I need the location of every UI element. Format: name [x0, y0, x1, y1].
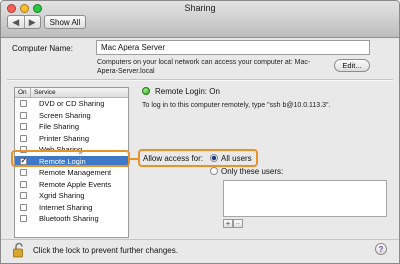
all-users-radio[interactable] [210, 154, 218, 162]
status-indicator-icon [142, 87, 150, 95]
back-button[interactable]: ◀ [8, 16, 24, 28]
highlight-connector [129, 158, 139, 160]
service-checkbox[interactable] [15, 169, 31, 177]
service-row[interactable]: Remote Management [15, 167, 128, 179]
service-row[interactable]: Screen Sharing [15, 110, 128, 122]
unchecked-box-icon [19, 169, 27, 177]
service-row[interactable]: Xgrid Sharing [15, 190, 128, 202]
allow-access-label: Allow access for: [143, 154, 204, 163]
service-label: Screen Sharing [39, 110, 91, 120]
service-column-header: Service [34, 89, 56, 96]
unchecked-box-icon [19, 146, 27, 154]
service-row[interactable]: DVD or CD Sharing [15, 98, 128, 110]
computer-name-description: Computers on your local network can acce… [97, 59, 311, 75]
service-checkbox[interactable] [15, 192, 31, 200]
service-checkbox[interactable] [15, 146, 31, 154]
service-checkbox[interactable] [15, 156, 31, 165]
computer-name-field[interactable]: Mac Apera Server [96, 40, 370, 55]
unchecked-box-icon [19, 192, 27, 200]
service-label: Internet Sharing [39, 202, 93, 212]
unchecked-box-icon [19, 215, 27, 223]
service-label: Remote Login [39, 156, 86, 166]
sharing-window: Sharing ◀ ▶ Show All Computer Name: Mac … [0, 0, 400, 264]
section-divider [7, 79, 393, 81]
service-row[interactable]: Web Sharing [15, 144, 128, 156]
footer-divider [1, 239, 399, 240]
service-row[interactable]: File Sharing [15, 121, 128, 133]
add-user-button[interactable]: + [223, 219, 233, 228]
unchecked-box-icon [19, 111, 27, 119]
computer-name-label: Computer Name: [12, 44, 73, 53]
window-title: Sharing [184, 3, 216, 13]
service-label: Web Sharing [39, 145, 83, 155]
nav-segmented-control: ◀ ▶ [7, 15, 41, 29]
service-checkbox[interactable] [15, 215, 31, 223]
service-checkbox[interactable] [15, 203, 31, 211]
checked-box-icon [19, 156, 27, 165]
service-label: Remote Management [39, 168, 112, 178]
service-row[interactable]: Bluetooth Sharing [15, 213, 128, 225]
forward-button[interactable]: ▶ [23, 16, 41, 28]
service-label: Printer Sharing [39, 133, 90, 143]
only-these-users-radio[interactable] [210, 167, 218, 175]
only-these-users-label[interactable]: Only these users: [221, 167, 283, 176]
unchecked-box-icon [19, 180, 27, 188]
unchecked-box-icon [19, 123, 27, 131]
service-checkbox[interactable] [15, 123, 31, 131]
service-label: Xgrid Sharing [39, 191, 85, 201]
all-users-label[interactable]: All users [221, 154, 252, 163]
service-row[interactable]: Internet Sharing [15, 202, 128, 214]
service-row[interactable]: Remote Apple Events [15, 179, 128, 191]
service-row[interactable]: Printer Sharing [15, 133, 128, 145]
help-button[interactable]: ? [375, 243, 387, 255]
allowed-users-list[interactable] [223, 180, 387, 217]
services-list: On Service DVD or CD Sharing Screen Shari… [14, 87, 129, 238]
service-label: File Sharing [39, 122, 80, 132]
edit-button[interactable]: Edit... [334, 59, 370, 72]
title-bar: Sharing ◀ ▶ Show All [1, 1, 399, 38]
service-label: DVD or CD Sharing [39, 99, 105, 109]
service-label: Bluetooth Sharing [39, 214, 99, 224]
unchecked-box-icon [19, 134, 27, 142]
service-checkbox[interactable] [15, 100, 31, 108]
show-all-button[interactable]: Show All [44, 15, 86, 29]
service-label: Remote Apple Events [39, 179, 112, 189]
lock-icon[interactable] [12, 242, 26, 258]
service-status: Remote Login: On [155, 87, 220, 96]
service-checkbox[interactable] [15, 180, 31, 188]
service-checkbox[interactable] [15, 111, 31, 119]
lock-message: Click the lock to prevent further change… [33, 246, 178, 255]
service-row[interactable]: Remote Login [15, 155, 128, 167]
unchecked-box-icon [19, 203, 27, 211]
on-column-header: On [15, 88, 31, 97]
remove-user-button[interactable]: − [233, 219, 243, 228]
unchecked-box-icon [19, 100, 27, 108]
service-checkbox[interactable] [15, 134, 31, 142]
services-list-header: On Service [15, 88, 128, 98]
login-instructions: To log in to this computer remotely, typ… [142, 102, 331, 109]
